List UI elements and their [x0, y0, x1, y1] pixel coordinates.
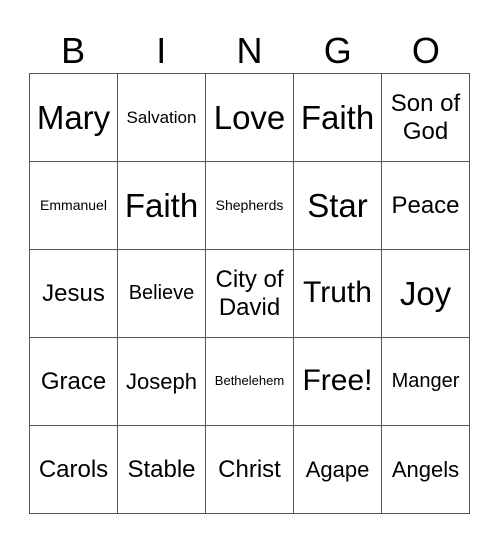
bingo-cell[interactable]: Joy	[382, 250, 470, 338]
header-letter-g: G	[323, 30, 352, 71]
header-letter-i: I	[156, 30, 167, 71]
bingo-cell[interactable]: Salvation	[118, 74, 206, 162]
bingo-cell[interactable]: City of David	[206, 250, 294, 338]
bingo-cell[interactable]: Joseph	[118, 338, 206, 426]
bingo-cell[interactable]: Peace	[382, 162, 470, 250]
bingo-cell[interactable]: Jesus	[30, 250, 118, 338]
bingo-cell[interactable]: Faith	[294, 74, 382, 162]
header-letter-b: B	[61, 30, 86, 71]
header-letter-o: O	[411, 30, 440, 71]
bingo-cell[interactable]: Believe	[118, 250, 206, 338]
bingo-cell[interactable]: Faith	[118, 162, 206, 250]
bingo-cell[interactable]: Free!	[294, 338, 382, 426]
bingo-cell[interactable]: Carols	[30, 426, 118, 514]
bingo-header: B I N G O	[29, 28, 470, 73]
bingo-cell[interactable]: Mary	[30, 74, 118, 162]
bingo-cell[interactable]: Shepherds	[206, 162, 294, 250]
bingo-cell[interactable]: Stable	[118, 426, 206, 514]
bingo-cell[interactable]: Grace	[30, 338, 118, 426]
bingo-cell[interactable]: Christ	[206, 426, 294, 514]
bingo-cell[interactable]: Son of God	[382, 74, 470, 162]
bingo-grid: Mary Salvation Love Faith Son of God Emm…	[29, 73, 470, 514]
bingo-cell[interactable]: Bethelehem	[206, 338, 294, 426]
bingo-cell[interactable]: Love	[206, 74, 294, 162]
bingo-cell[interactable]: Angels	[382, 426, 470, 514]
bingo-cell[interactable]: Star	[294, 162, 382, 250]
bingo-cell[interactable]: Truth	[294, 250, 382, 338]
bingo-cell[interactable]: Agape	[294, 426, 382, 514]
header-letter-n: N	[236, 30, 263, 71]
bingo-cell[interactable]: Manger	[382, 338, 470, 426]
bingo-cell[interactable]: Emmanuel	[30, 162, 118, 250]
